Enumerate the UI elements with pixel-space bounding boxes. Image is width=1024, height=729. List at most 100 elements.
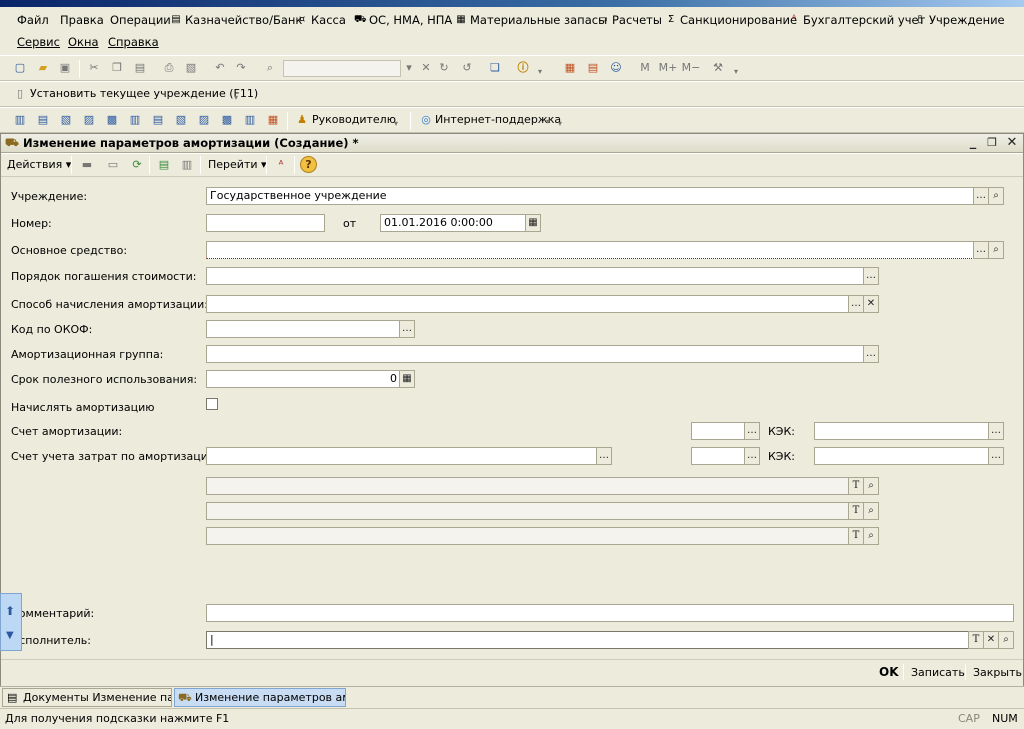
memory-icon[interactable]: M [637, 60, 653, 76]
paste-icon[interactable]: ▤ [132, 60, 148, 76]
select-button[interactable]: … [863, 345, 879, 363]
chevron-down-icon[interactable]: ▾ [552, 116, 568, 132]
select-button[interactable]: … [988, 447, 1004, 465]
windows-icon[interactable]: ❏ [487, 60, 503, 76]
menu-sanction[interactable]: Σ Санкционирование [665, 13, 797, 27]
post-icon[interactable]: ▬ [79, 157, 95, 173]
new-icon[interactable]: ▢ [12, 60, 28, 76]
okof-field[interactable] [206, 320, 400, 338]
comment-field[interactable] [206, 604, 1014, 622]
repay-field[interactable] [206, 267, 864, 285]
preview-icon[interactable]: ▧ [183, 60, 199, 76]
search-combo[interactable] [283, 60, 401, 77]
tools-icon[interactable]: ⚒ [710, 60, 726, 76]
minimize-icon[interactable]: _ [965, 135, 981, 151]
chevron-down-icon[interactable]: ▾ [388, 116, 404, 132]
menu-materials[interactable]: ▦ Материальные запасы [455, 13, 607, 27]
analytics-field-1[interactable] [206, 477, 849, 495]
useful-life-field[interactable]: 0 [206, 370, 400, 388]
ledger-icon[interactable]: ᴬ [273, 157, 289, 173]
doc-icon[interactable]: ▩ [104, 112, 120, 128]
print-icon[interactable]: ⎙ [161, 60, 177, 76]
menu-edit[interactable]: Правка [60, 13, 104, 27]
search-icon[interactable]: ⌕ [863, 527, 879, 545]
menu-file[interactable]: Файл [17, 13, 49, 27]
doc-icon[interactable]: ▧ [173, 112, 189, 128]
select-button[interactable]: … [973, 187, 989, 205]
undo-icon[interactable]: ↶ [212, 60, 228, 76]
doc-icon[interactable]: ▨ [81, 112, 97, 128]
open-icon[interactable]: ▰ [35, 60, 51, 76]
menu-operations[interactable]: Операции [110, 13, 171, 27]
clear-icon[interactable]: ✕ [863, 295, 879, 313]
menu-accounting[interactable]: ᴬ Бухгалтерский учет [788, 13, 925, 27]
menu-help[interactable]: Справка [108, 35, 159, 49]
executor-field[interactable]: | [206, 631, 969, 649]
find-icon[interactable]: ⌕ [262, 60, 278, 76]
doc-icon[interactable]: ▦ [265, 112, 281, 128]
date-field[interactable]: 01.01.2016 0:00:00 [380, 214, 526, 232]
menu-treasury[interactable]: ▤ Казначейство/Банк [170, 13, 302, 27]
info-icon[interactable]: ⓘ [515, 60, 531, 76]
side-panel[interactable]: ⬆ ▼ [0, 593, 22, 651]
select-button[interactable]: … [848, 295, 864, 313]
clear-icon[interactable]: ✕ [418, 60, 434, 76]
select-button[interactable]: … [973, 241, 989, 259]
asset-field[interactable] [206, 241, 974, 259]
text-icon[interactable]: T [848, 477, 864, 495]
select-button[interactable]: … [596, 447, 612, 465]
institution-field[interactable]: Государственное учреждение [206, 187, 974, 205]
doc-icon[interactable]: ▧ [58, 112, 74, 128]
memory-plus-icon[interactable]: M+ [658, 60, 678, 76]
select-button[interactable]: … [863, 267, 879, 285]
doc-icon[interactable]: ▥ [127, 112, 143, 128]
manager-button[interactable]: Руководителю [312, 113, 396, 126]
unpost-icon[interactable]: ▭ [105, 157, 121, 173]
analytics-field-3[interactable] [206, 527, 849, 545]
redo-icon[interactable]: ↷ [233, 60, 249, 76]
charge-checkbox[interactable] [206, 398, 218, 410]
group-field[interactable] [206, 345, 864, 363]
search-icon[interactable]: ⌕ [998, 631, 1014, 649]
menu-service[interactable]: Сервис [17, 35, 60, 49]
doc-icon[interactable]: ▨ [196, 112, 212, 128]
close-icon[interactable]: ✕ [1004, 135, 1020, 151]
save-button[interactable]: Записать [911, 666, 965, 679]
doc-icon[interactable]: ▤ [150, 112, 166, 128]
goto-menu[interactable]: Перейти ▾ [208, 158, 267, 171]
menu-windows[interactable]: Окна [68, 35, 99, 49]
select-button[interactable]: … [744, 422, 760, 440]
calculator-icon[interactable]: ▦ [562, 60, 578, 76]
doc-icon[interactable]: ▥ [242, 112, 258, 128]
number-field[interactable] [206, 214, 325, 232]
save-icon[interactable]: ▣ [57, 60, 73, 76]
restore-icon[interactable]: ❐ [984, 135, 1000, 151]
menu-institution[interactable]: ▯ Учреждение [914, 13, 1004, 27]
text-icon[interactable]: T [848, 502, 864, 520]
search-icon[interactable]: ⌕ [863, 502, 879, 520]
refresh-icon[interactable]: ⟳ [129, 157, 145, 173]
select-button[interactable]: … [988, 422, 1004, 440]
select-button[interactable]: … [744, 447, 760, 465]
cut-icon[interactable]: ✂ [86, 60, 102, 76]
menu-cash[interactable]: ¤ Касса [296, 13, 346, 27]
task-current[interactable]: ⛟ Изменение параметров ам... [174, 688, 346, 707]
analytics-field-2[interactable] [206, 502, 849, 520]
search-icon[interactable]: ⌕ [863, 477, 879, 495]
memory-minus-icon[interactable]: M− [681, 60, 701, 76]
method-field[interactable] [206, 295, 849, 313]
search-icon[interactable]: ⌕ [988, 187, 1004, 205]
ok-button[interactable]: OK [879, 665, 899, 679]
chevron-down-icon[interactable]: ▾ [728, 64, 744, 80]
chevron-down-icon[interactable]: ▾ [532, 64, 548, 80]
actions-menu[interactable]: Действия ▾ [7, 158, 71, 171]
calculator-icon[interactable]: ▦ [399, 370, 415, 388]
set-institution-button[interactable]: Установить текущее учреждение (F11) [30, 87, 258, 100]
calendar-icon[interactable]: ▤ [585, 60, 601, 76]
menu-settlements[interactable]: ▭ Расчеты [597, 13, 662, 27]
doc-icon[interactable]: ▩ [219, 112, 235, 128]
doc-icon[interactable]: ▥ [12, 112, 28, 128]
users-icon[interactable]: ☺ [608, 60, 624, 76]
kek-field[interactable] [814, 422, 989, 440]
pin-icon[interactable]: ⬆ [5, 604, 15, 618]
